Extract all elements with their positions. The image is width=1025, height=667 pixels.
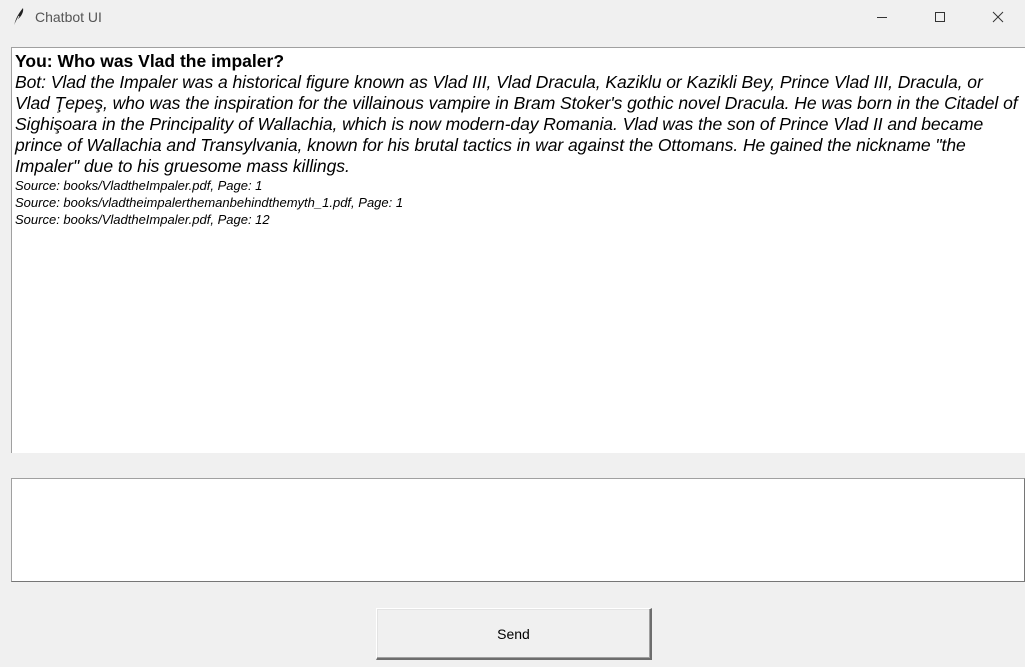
title-bar: Chatbot UI (0, 0, 1025, 34)
bot-message: Bot: Vlad the Impaler was a historical f… (15, 72, 1018, 176)
maximize-button[interactable] (917, 0, 963, 34)
chat-content: You: Who was Vlad the impaler? Bot: Vlad… (12, 48, 1025, 228)
minimize-button[interactable] (859, 0, 905, 34)
minimize-icon (877, 17, 887, 18)
feather-icon (10, 7, 26, 27)
maximize-icon (935, 12, 945, 22)
source-line: Source: books/vladtheimpalerthemanbehind… (15, 195, 404, 210)
chat-log[interactable]: You: Who was Vlad the impaler? Bot: Vlad… (11, 47, 1025, 453)
source-line: Source: books/VladtheImpaler.pdf, Page: … (15, 212, 270, 227)
window-title: Chatbot UI (35, 9, 102, 25)
message-input[interactable] (11, 478, 1025, 582)
close-button[interactable] (975, 0, 1021, 34)
close-icon (992, 11, 1004, 23)
send-button-label: Send (497, 625, 530, 642)
source-line: Source: books/VladtheImpaler.pdf, Page: … (15, 178, 263, 193)
send-button[interactable]: Send (376, 608, 652, 660)
user-message: You: Who was Vlad the impaler? (15, 51, 285, 71)
